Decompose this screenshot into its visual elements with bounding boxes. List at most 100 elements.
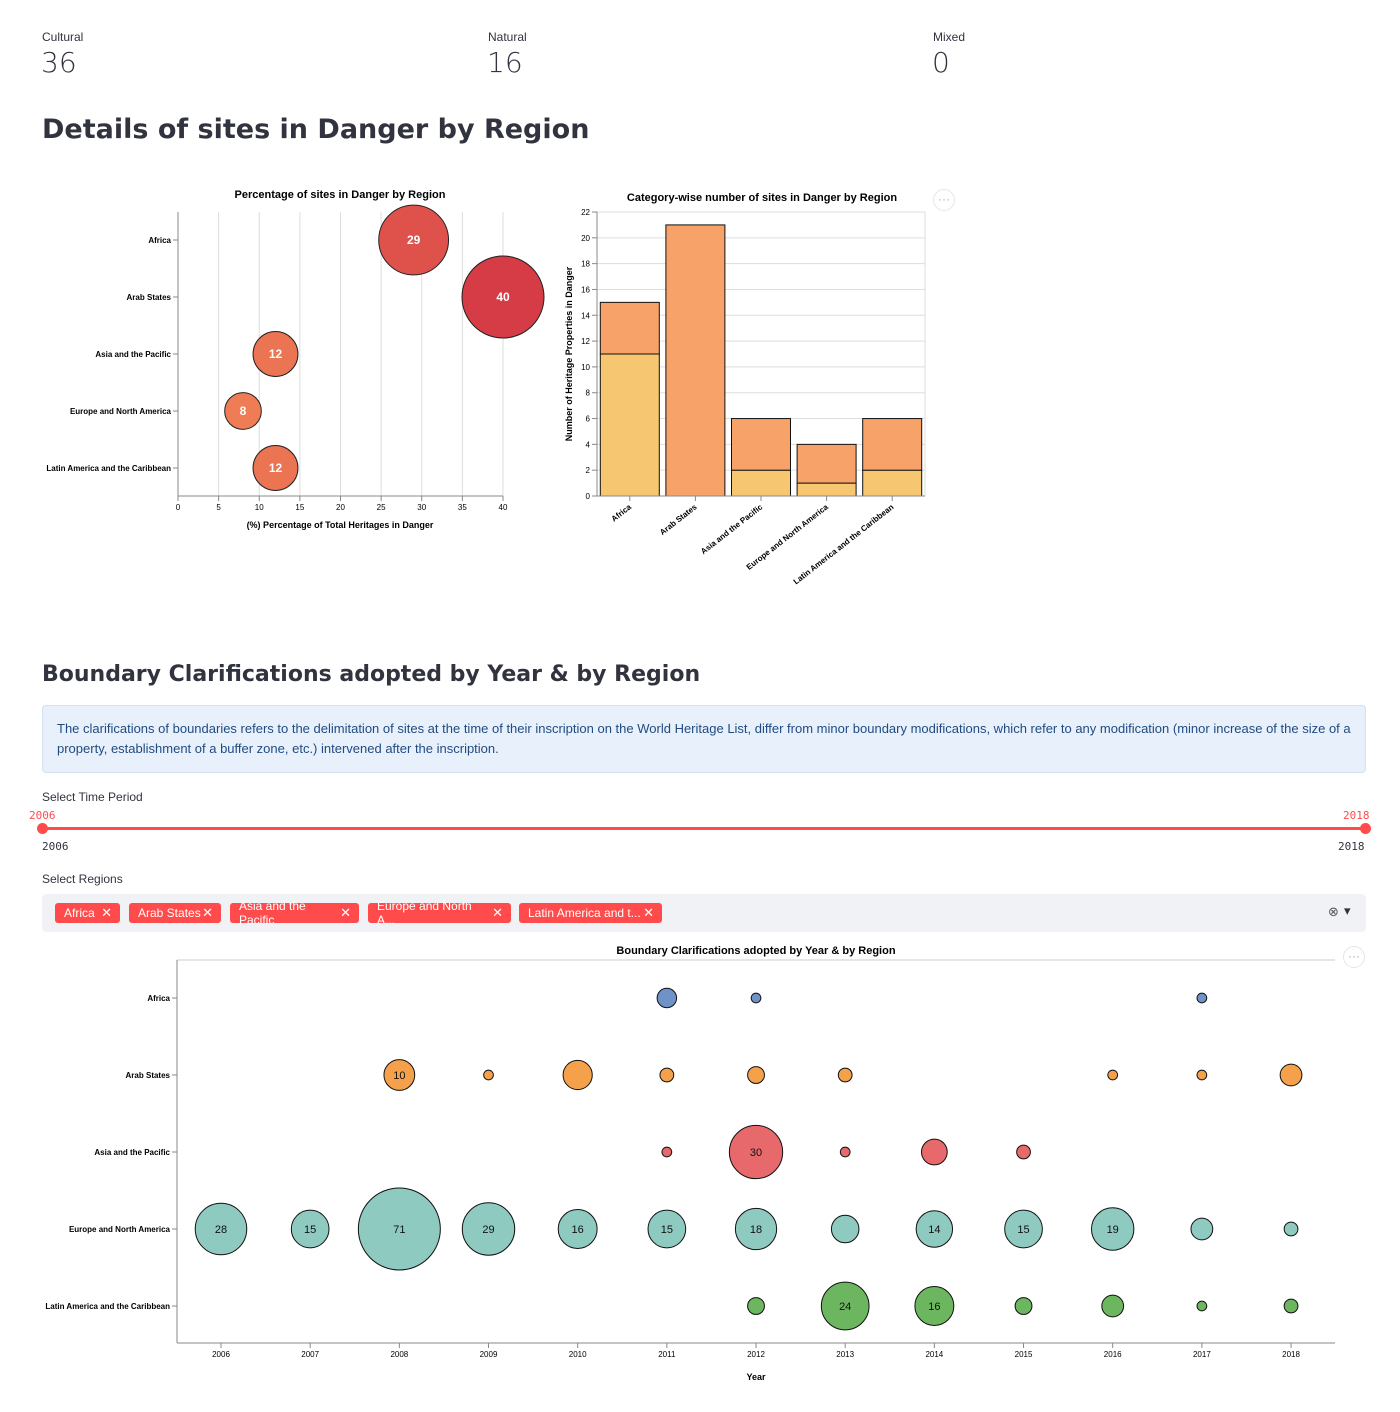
remove-tag-icon[interactable]: ✕ (340, 905, 351, 921)
chart2-y-tick-label: 4 (586, 440, 591, 449)
remove-tag-icon[interactable]: ✕ (643, 905, 654, 921)
chart1-x-tick-label: 25 (377, 503, 386, 512)
slider-min-label: 2006 (42, 840, 69, 853)
chart2-bar-latin-america-and-the-caribbean-s0 (862, 469, 923, 497)
chart3-bubble-africa-2017 (1196, 992, 1208, 1004)
chart2-y-tick-label: 16 (581, 285, 590, 294)
chart2-y-tick-label: 6 (586, 415, 591, 424)
chart1-data-label: 40 (496, 290, 510, 304)
chart3-bubble-arab-states-2012 (747, 1066, 765, 1084)
tag-europe-na[interactable]: Europe and North A... ✕ (368, 899, 511, 927)
slider-end-handle[interactable] (1360, 823, 1371, 834)
region-multiselect[interactable]: Africa ✕ Arab States ✕ Asia and the Paci… (42, 894, 1366, 932)
chart1-y-tick-label: Africa (148, 236, 171, 245)
slider-start-handle[interactable] (37, 823, 48, 834)
chart3-data-label: 29 (482, 1224, 494, 1236)
chart3-bubble-arab-states-2011 (659, 1067, 675, 1083)
chart3-x-tick-label: 2016 (1104, 1350, 1122, 1359)
chart3-x-tick-label: 2013 (836, 1350, 854, 1359)
remove-tag-icon[interactable]: ✕ (202, 905, 213, 921)
chart3-x-tick-label: 2015 (1015, 1350, 1033, 1359)
chart2-x-tick-label: Asia and the Pacific (699, 502, 765, 556)
tag-asia-pacific[interactable]: Asia and the Pacific ✕ (230, 899, 359, 927)
metric-value-mixed: 0 (932, 46, 950, 79)
chart1-y-tick-label: Asia and the Pacific (95, 350, 171, 359)
metric-label-mixed: Mixed (933, 30, 966, 44)
chart2-bar-africa-s1 (599, 301, 660, 355)
tag-label: Asia and the Pacific (239, 899, 306, 927)
chart2-title: Category-wise number of sites in Danger … (627, 192, 897, 204)
chart2-y-label: Number of Heritage Properties in Danger (564, 266, 574, 441)
chart2-y-tick-label: 2 (586, 466, 591, 475)
chart3-title: Boundary Clarifications adopted by Year … (616, 945, 895, 957)
chart2-y-tick-label: 8 (586, 389, 591, 398)
chart2-y-tick-label: 18 (581, 260, 590, 269)
section-title-boundary: Boundary Clarifications adopted by Year … (42, 662, 701, 687)
chart3-bubble-arab-states-2010 (562, 1059, 593, 1091)
chart3-bubble-arab-states-2009 (483, 1069, 494, 1081)
chart1-x-tick-label: 20 (336, 503, 345, 512)
metric-label-natural: Natural (488, 30, 527, 44)
chart1-data-label: 29 (407, 233, 421, 247)
chart3-data-label: 24 (839, 1301, 851, 1313)
chart2-bar-europe-and-north-america-s0 (796, 482, 857, 497)
chart3-x-tick-label: 2006 (212, 1350, 230, 1359)
chart3-data-label: 15 (1017, 1224, 1029, 1236)
slider-track[interactable] (42, 827, 1366, 830)
chart3-bubble-latin-america-and-the-caribbean-2012 (747, 1297, 765, 1315)
remove-tag-icon[interactable]: ✕ (101, 905, 112, 921)
chevron-down-icon[interactable]: ▾ (1344, 903, 1351, 919)
chart1-x-tick-label: 0 (176, 503, 181, 512)
slider-start-value: 2006 (29, 809, 56, 822)
chart2-bar-arab-states-s1 (665, 224, 726, 497)
slider-max-label: 2018 (1338, 840, 1365, 853)
chart3-bubble-asia-and-the-pacific-2014 (920, 1138, 948, 1166)
tag-arab-states[interactable]: Arab States ✕ (129, 903, 221, 923)
chart3-x-tick-label: 2017 (1193, 1350, 1211, 1359)
chart1-data-label: 12 (269, 347, 283, 361)
chart3-data-label: 14 (928, 1224, 940, 1236)
remove-tag-icon[interactable]: ✕ (492, 905, 503, 921)
tag-latin-america[interactable]: Latin America and t... ✕ (519, 903, 662, 923)
chart2-y-tick-label: 22 (581, 208, 590, 217)
chart2-bar-europe-and-north-america-s1 (796, 443, 857, 484)
info-box: The clarifications of boundaries refers … (42, 705, 1366, 773)
chart1-y-tick-label: Arab States (127, 293, 172, 302)
chart3-bubble-arab-states-2017 (1196, 1069, 1208, 1081)
chart2-x-tick-label: Africa (610, 502, 634, 523)
chart2-bar-asia-and-the-pacific-s0 (731, 469, 791, 497)
chart3-data-label: 28 (215, 1224, 227, 1236)
chart1-y-tick-label: Europe and North America (70, 407, 172, 416)
boundary-clarifications-chart: Boundary Clarifications adopted by Year … (45, 945, 1335, 1382)
chart-menu-button[interactable]: ··· (1343, 946, 1365, 968)
region-select-label: Select Regions (42, 872, 123, 886)
chart3-bubble-asia-and-the-pacific-2011 (661, 1146, 673, 1158)
chart3-bubble-europe-and-north-america-2013 (830, 1214, 860, 1244)
tag-africa[interactable]: Africa ✕ (55, 903, 120, 923)
chart1-y-tick-label: Latin America and the Caribbean (46, 464, 171, 473)
chart2-bar-africa-s0 (599, 353, 660, 497)
info-text: The clarifications of boundaries refers … (57, 721, 1351, 756)
chart3-y-tick-label: Latin America and the Caribbean (45, 1302, 170, 1311)
chart1-data-label: 8 (240, 404, 247, 418)
chart2-y-tick-label: 0 (586, 492, 591, 501)
chart3-y-tick-label: Asia and the Pacific (94, 1148, 170, 1157)
chart2-y-tick-label: 20 (581, 234, 590, 243)
chart3-x-tick-label: 2009 (480, 1350, 498, 1359)
chart3-bubble-latin-america-and-the-caribbean-2015 (1014, 1297, 1033, 1315)
chart1-title: Percentage of sites in Danger by Region (235, 189, 446, 201)
category-danger-chart: Category-wise number of sites in Danger … (564, 192, 926, 586)
chart3-bubble-europe-and-north-america-2017 (1190, 1217, 1214, 1241)
clear-all-icon[interactable]: ⊗ (1328, 904, 1339, 920)
chart1-x-tick-label: 30 (417, 503, 426, 512)
chart3-x-tick-label: 2011 (658, 1350, 676, 1359)
chart-menu-button[interactable]: ··· (933, 189, 955, 211)
chart2-y-tick-label: 12 (581, 337, 590, 346)
chart3-x-label: Year (746, 1372, 766, 1382)
chart3-data-label: 71 (393, 1224, 405, 1236)
chart3-x-tick-label: 2014 (925, 1350, 943, 1359)
time-slider-label: Select Time Period (42, 790, 143, 804)
chart3-bubble-latin-america-and-the-caribbean-2018 (1283, 1298, 1299, 1314)
chart2-x-tick-label: Arab States (658, 502, 699, 537)
chart3-y-tick-label: Africa (147, 994, 170, 1003)
